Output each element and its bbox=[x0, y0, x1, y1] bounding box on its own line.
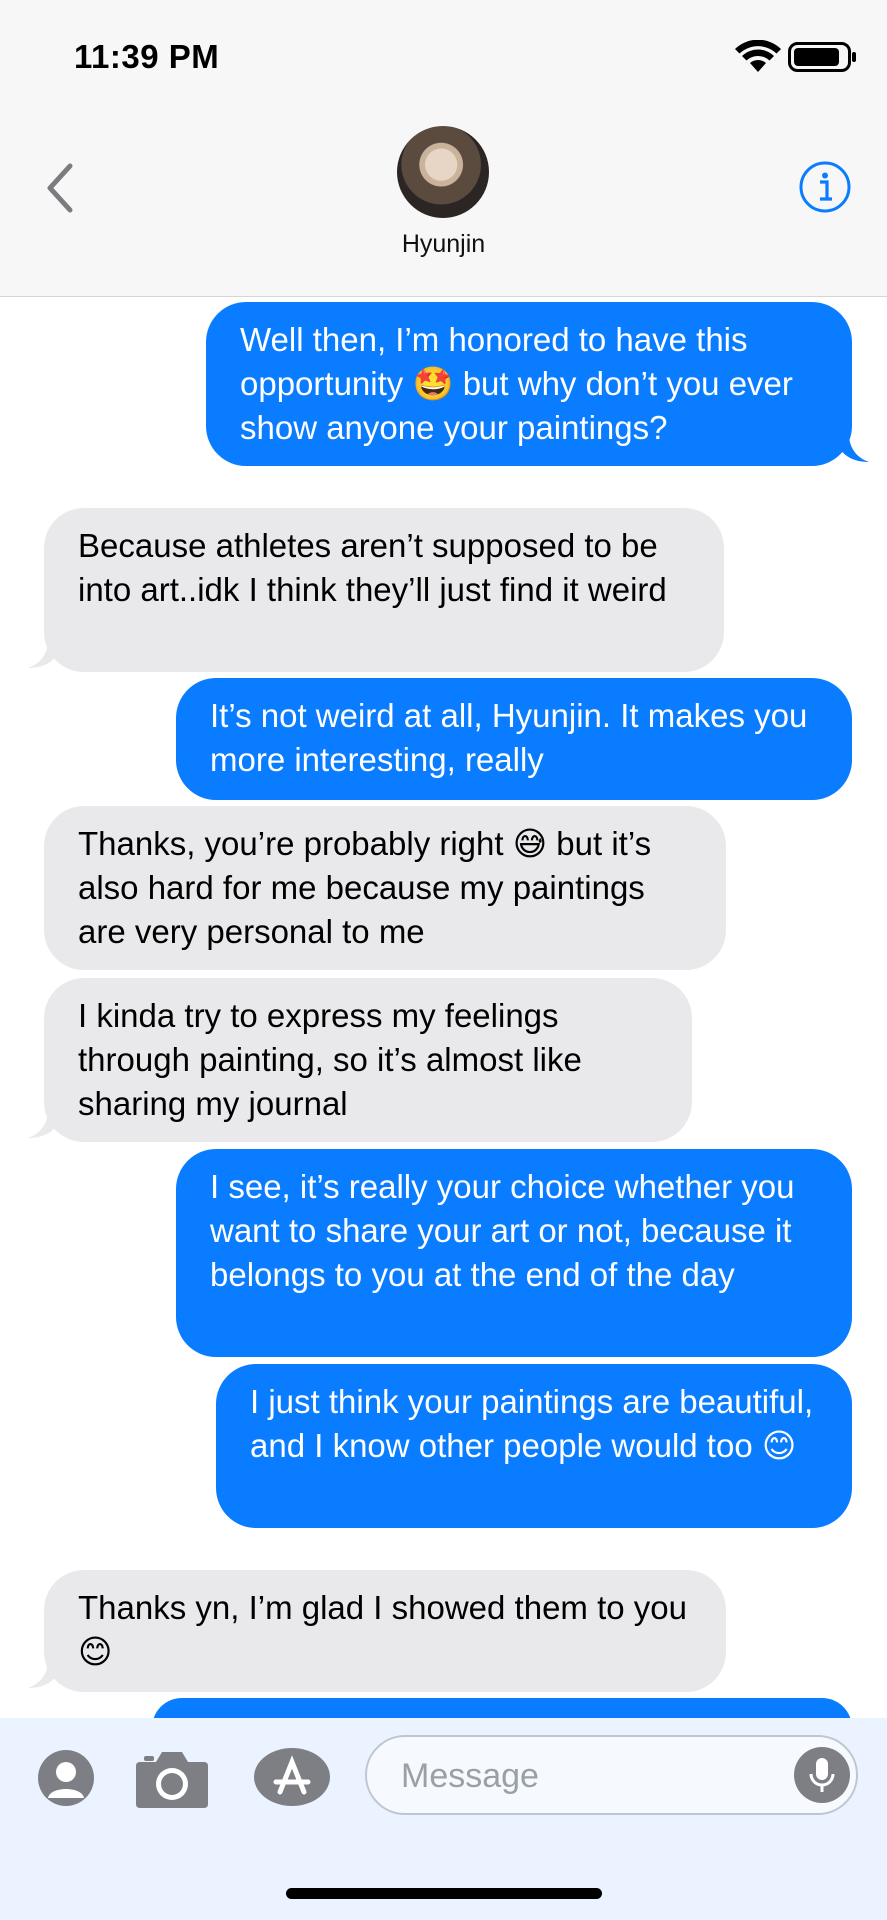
microphone-icon[interactable] bbox=[793, 1746, 851, 1804]
message-bubble-received[interactable]: Because athletes aren’t supposed to be i… bbox=[44, 508, 724, 672]
battery-icon bbox=[788, 42, 856, 72]
message-input[interactable]: Message bbox=[365, 1735, 858, 1815]
camera-icon[interactable] bbox=[134, 1748, 210, 1810]
bubble-tail bbox=[835, 434, 869, 462]
avatar[interactable] bbox=[397, 126, 489, 218]
home-indicator[interactable] bbox=[286, 1888, 602, 1899]
info-icon[interactable] bbox=[798, 160, 852, 214]
message-bubble-sent-partial[interactable] bbox=[152, 1698, 852, 1718]
message-bubble-received[interactable]: Thanks yn, I’m glad I showed them to you… bbox=[44, 1570, 726, 1692]
contact-name[interactable]: Hyunjin bbox=[0, 230, 887, 259]
bubble-tail bbox=[28, 1660, 62, 1688]
message-bubble-sent[interactable]: Well then, I’m honored to have this oppo… bbox=[206, 302, 852, 466]
status-time: 11:39 PM bbox=[74, 38, 220, 75]
message-bubble-sent[interactable]: I just think your paintings are beautifu… bbox=[216, 1364, 852, 1528]
conversation-header: Hyunjin bbox=[0, 110, 887, 297]
status-bar: 11:39 PM bbox=[0, 0, 887, 110]
message-bubble-received[interactable]: Thanks, you’re probably right 😅 but it’s… bbox=[44, 806, 726, 970]
app-store-icon[interactable] bbox=[252, 1746, 332, 1808]
message-bubble-received[interactable]: I kinda try to express my feelings throu… bbox=[44, 978, 692, 1142]
message-thread[interactable]: Well then, I’m honored to have this oppo… bbox=[0, 298, 887, 1718]
chevron-left-icon[interactable] bbox=[42, 160, 78, 216]
wifi-icon bbox=[735, 40, 781, 72]
message-bubble-sent[interactable]: It’s not weird at all, Hyunjin. It makes… bbox=[176, 678, 852, 800]
message-placeholder: Message bbox=[401, 1757, 539, 1795]
bubble-tail bbox=[28, 1110, 62, 1138]
bubble-tail bbox=[28, 640, 62, 668]
message-bubble-sent[interactable]: I see, it’s really your choice whether y… bbox=[176, 1149, 852, 1357]
person-icon[interactable] bbox=[36, 1748, 96, 1808]
